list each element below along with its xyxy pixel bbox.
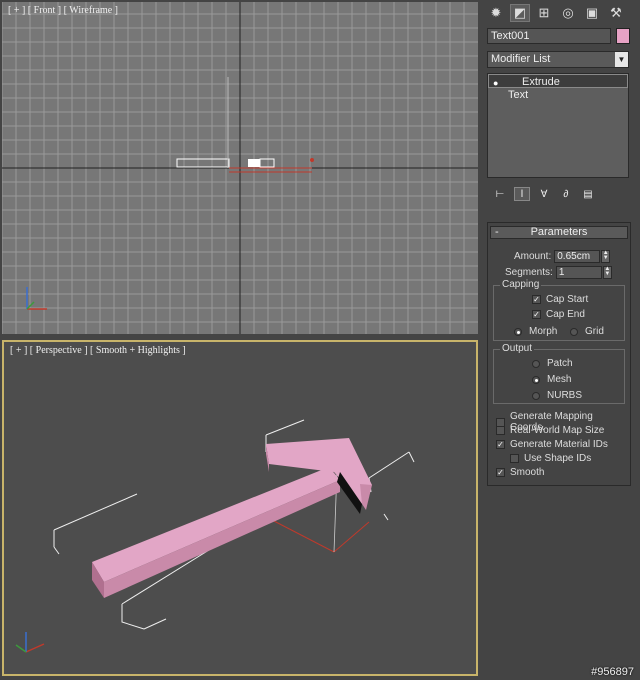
display-icon[interactable]: ▣ <box>582 4 602 22</box>
command-panel: ✹ ◩ ⊞ ◎ ▣ ⚒ Text001 Modifier List ▼ ● Ex… <box>482 0 640 680</box>
watermark: #956897 <box>591 666 634 678</box>
stack-item-extrude[interactable]: ● Extrude <box>488 74 628 88</box>
remove-modifier-icon[interactable]: ∂ <box>558 187 574 201</box>
axis-gizmo-perspective <box>15 632 45 653</box>
output-group: Output Patch Mesh NURBS <box>493 343 625 404</box>
use-shape-ids-row[interactable]: Use Shape IDs <box>510 453 591 464</box>
mesh-row[interactable]: Mesh <box>532 374 571 385</box>
capping-title: Capping <box>500 279 542 290</box>
segments-label: Segments: <box>505 267 553 278</box>
smooth-checkbox[interactable]: ✓ <box>496 468 505 477</box>
command-panel-tabs: ✹ ◩ ⊞ ◎ ▣ ⚒ <box>482 0 640 26</box>
patch-radio[interactable] <box>532 359 540 368</box>
morph-row[interactable]: Morph <box>514 326 557 337</box>
chevron-down-icon[interactable]: ▼ <box>615 52 628 67</box>
patch-label: Patch <box>547 358 573 369</box>
use-shape-ids-checkbox[interactable] <box>510 454 519 463</box>
segments-row: Segments: 1 ▲ ▼ <box>505 266 612 279</box>
nurbs-radio[interactable] <box>532 391 540 400</box>
amount-label: Amount: <box>514 251 552 262</box>
modify-icon[interactable]: ◩ <box>510 4 530 22</box>
real-world-label: Real-World Map Size <box>510 425 605 436</box>
gen-material-row[interactable]: ✓ Generate Material IDs <box>496 439 608 450</box>
modifier-list-label: Modifier List <box>491 53 551 65</box>
amount-spinner[interactable]: ▲ ▼ <box>601 250 611 263</box>
capping-group: Capping ✓ Cap Start ✓ Cap End Morph Grid <box>493 279 625 341</box>
front-viewport[interactable]: [ + ] [ Front ] [ Wireframe ] <box>2 2 478 334</box>
real-world-checkbox[interactable] <box>496 426 505 435</box>
output-title: Output <box>500 343 535 354</box>
parameters-rollout-header[interactable]: - Parameters <box>490 226 628 239</box>
front-viewport-label[interactable]: [ + ] [ Front ] [ Wireframe ] <box>8 5 118 16</box>
show-end-result-icon[interactable]: Ⅰ <box>514 187 530 201</box>
perspective-scene <box>15 419 415 653</box>
cap-start-label: Cap Start <box>546 294 589 305</box>
cap-end-row[interactable]: ✓ Cap End <box>532 309 585 320</box>
morph-radio[interactable] <box>514 327 522 336</box>
mesh-label: Mesh <box>547 374 572 385</box>
amount-row: Amount: 0.65cm ▲ ▼ <box>514 250 611 263</box>
make-unique-icon[interactable]: ∀ <box>536 187 552 201</box>
mesh-radio[interactable] <box>532 375 540 384</box>
stack-toolbar: ⊢ Ⅰ ∀ ∂ ▤ <box>492 186 627 202</box>
patch-row[interactable]: Patch <box>532 358 573 369</box>
motion-icon[interactable]: ◎ <box>558 4 578 22</box>
cap-end-label: Cap End <box>546 309 585 320</box>
configure-modifier-sets-icon[interactable]: ▤ <box>580 187 596 201</box>
hierarchy-icon[interactable]: ⊞ <box>534 4 554 22</box>
grid-row[interactable]: Grid <box>570 326 604 337</box>
smooth-row[interactable]: ✓ Smooth <box>496 467 544 478</box>
nurbs-row[interactable]: NURBS <box>532 390 582 401</box>
pin-stack-icon[interactable]: ⊢ <box>492 187 508 201</box>
stack-item-label: Extrude <box>522 76 560 88</box>
segments-spinner[interactable]: ▲ ▼ <box>602 266 612 279</box>
object-name-field[interactable]: Text001 <box>487 28 611 44</box>
segments-field[interactable]: 1 <box>555 266 602 279</box>
gen-material-label: Generate Material IDs <box>510 439 608 450</box>
collapse-icon[interactable]: - <box>495 227 499 238</box>
stack-item-label: Text <box>508 89 529 101</box>
front-grid <box>2 2 478 334</box>
cap-end-checkbox[interactable]: ✓ <box>532 310 541 319</box>
utilities-icon[interactable]: ⚒ <box>606 4 626 22</box>
object-color-swatch[interactable] <box>616 28 630 44</box>
modifier-list-dropdown[interactable]: Modifier List ▼ <box>487 51 629 68</box>
parameters-rollout: - Parameters Amount: 0.65cm ▲ ▼ Segments:… <box>487 222 631 486</box>
amount-field[interactable]: 0.65cm <box>554 250 601 263</box>
extruded-arrow[interactable] <box>92 438 372 598</box>
real-world-row[interactable]: Real-World Map Size <box>496 425 604 436</box>
stack-item-text[interactable]: Text <box>488 88 628 102</box>
rollout-title: Parameters <box>530 226 588 238</box>
smooth-label: Smooth <box>510 467 545 478</box>
perspective-viewport-label[interactable]: [ + ] [ Perspective ] [ Smooth + Highlig… <box>10 345 186 356</box>
text-shape-front[interactable] <box>176 158 230 168</box>
modifier-stack: ● Extrude Text <box>487 73 629 178</box>
gen-material-checkbox[interactable]: ✓ <box>496 440 505 449</box>
nurbs-label: NURBS <box>547 390 583 401</box>
grid-radio[interactable] <box>570 327 578 336</box>
use-shape-ids-label: Use Shape IDs <box>524 453 592 464</box>
cap-start-checkbox[interactable]: ✓ <box>532 295 541 304</box>
perspective-viewport[interactable]: [ + ] [ Perspective ] [ Smooth + Highlig… <box>2 340 478 676</box>
create-icon[interactable]: ✹ <box>486 4 506 22</box>
morph-label: Morph <box>529 326 558 337</box>
grid-label: Grid <box>585 326 604 337</box>
cap-start-row[interactable]: ✓ Cap Start <box>532 294 588 305</box>
